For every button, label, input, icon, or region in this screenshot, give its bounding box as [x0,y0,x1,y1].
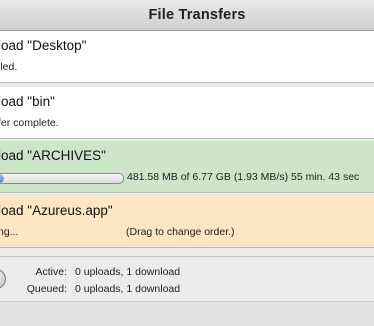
window-bottom-edge [0,301,374,326]
transfer-progress-text: 481.58 MB of 6.77 GB (1.93 MB/s) 55 min.… [127,171,360,183]
transfer-row-archives[interactable]: load "ARCHIVES" 481.58 MB of 6.77 GB (1.… [0,141,374,193]
progress-bar-fill [0,174,4,183]
transfer-status: ng... [0,226,19,238]
transfer-title: load "Desktop" [0,38,87,53]
transfer-list[interactable]: load "Desktop" lled. load "bin" fer comp… [0,31,374,255]
title-bar[interactable]: File Transfers [0,0,374,31]
progress-bar [0,173,124,184]
transfer-row-desktop[interactable]: load "Desktop" lled. [0,31,374,83]
transfer-row-azureus[interactable]: load "Azureus.app" ng... (Drag to change… [0,196,374,248]
transfer-status-icon [0,269,6,289]
transfer-title: load "ARCHIVES" [0,148,106,163]
file-transfers-window: File Transfers load "Desktop" lled. load… [0,0,374,326]
active-value: 0 uploads, 1 download [75,266,181,278]
active-label: Active: [35,266,67,278]
drag-hint: (Drag to change order.) [126,226,235,238]
transfer-summary: Active: 0 uploads, 1 download Queued: 0 … [0,256,374,301]
transfer-status: fer complete. [0,117,59,129]
queued-label: Queued: [26,283,67,295]
queued-value: 0 uploads, 1 download [75,283,181,295]
transfer-title: load "Azureus.app" [0,203,113,218]
transfer-title: load "bin" [0,94,55,109]
transfer-status: lled. [0,61,18,73]
window-title: File Transfers [148,7,246,23]
transfer-row-bin[interactable]: load "bin" fer complete. [0,87,374,139]
